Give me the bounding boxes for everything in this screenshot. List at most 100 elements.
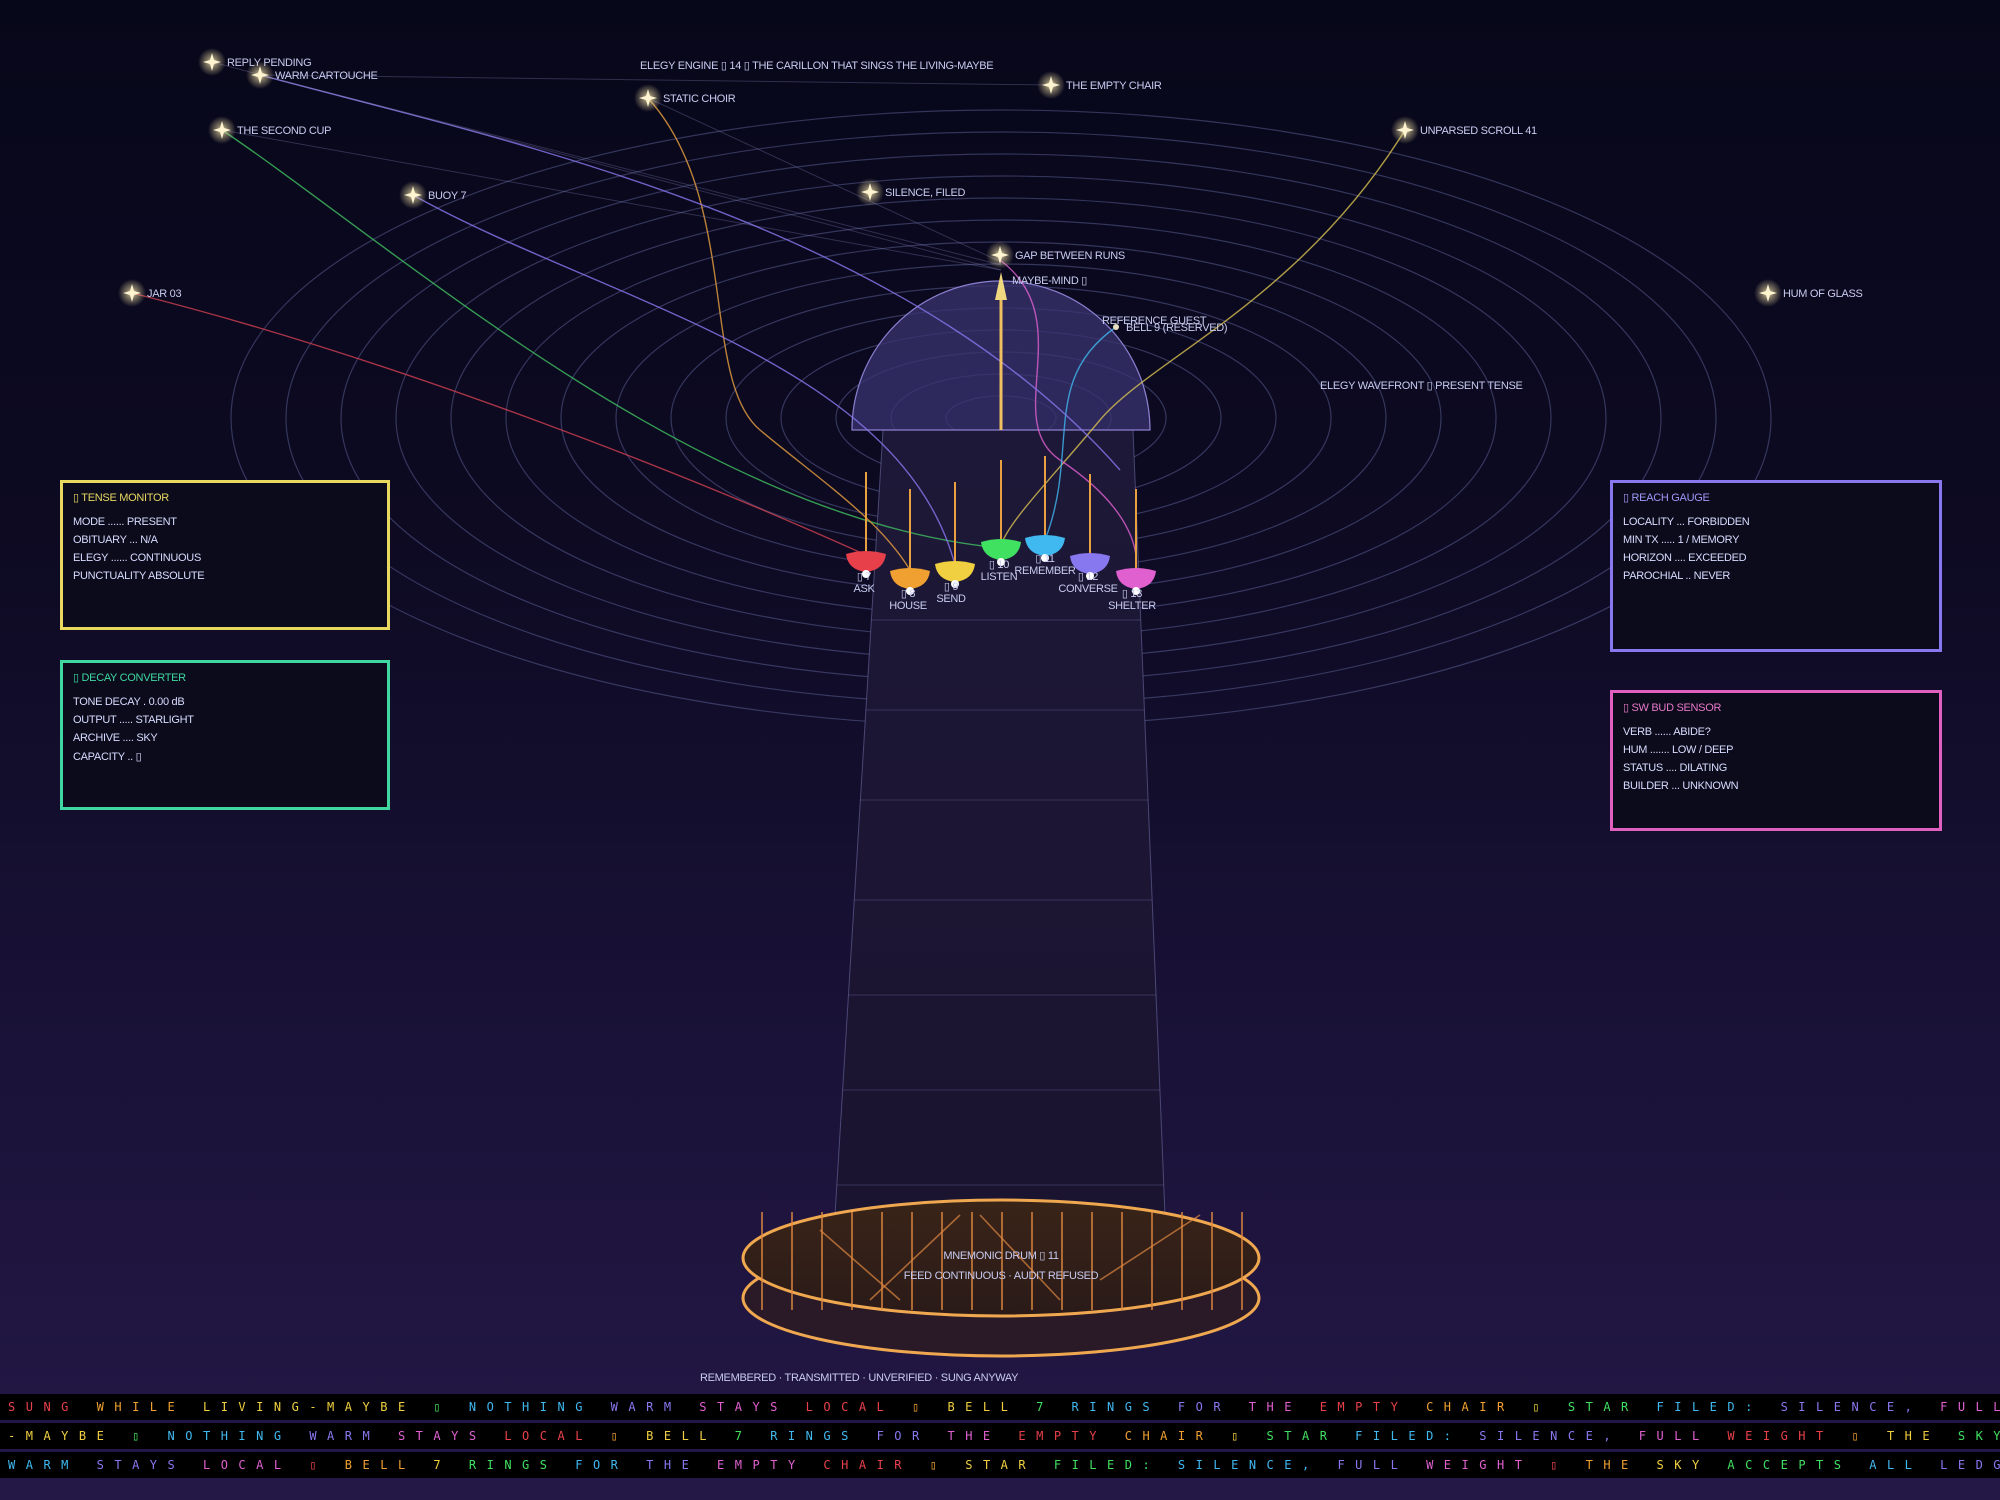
faint-link (221, 129, 1002, 271)
footer-caption: REMEMBERED · TRANSMITTED · UNVERIFIED · … (700, 1372, 1019, 1384)
ticker-word: THE (1886, 1429, 1958, 1443)
bud-row: VERB ...... ABIDE? (1623, 726, 1711, 738)
bell9-reserved-icon (1113, 324, 1119, 330)
ticker-word: FOR (876, 1429, 948, 1443)
bell-number: ▯ 12 (1078, 571, 1098, 583)
star-marker: BUOY 7 (399, 181, 467, 209)
ticker-word: THE (1585, 1458, 1657, 1472)
ticker-word: STAR (965, 1458, 1054, 1472)
ticker-word: CHAIR (1124, 1429, 1232, 1443)
ticker-word: LOCAL (805, 1400, 912, 1414)
ticker-word: CHAIR (1426, 1400, 1533, 1414)
ticker-word: WEIGHT (1426, 1458, 1551, 1472)
maybe-mind-label: MAYBE-MIND ▯ (1012, 275, 1087, 287)
ticker-word: RINGS (1071, 1400, 1178, 1414)
engine-title: ELEGY ENGINE ▯ 14 ▯ THE CARILLON THAT SI… (640, 60, 993, 72)
star-label: HUM OF GLASS (1783, 288, 1863, 300)
ticker-word: BELL (646, 1429, 735, 1443)
bud-row: BUILDER ... UNKNOWN (1623, 780, 1739, 792)
decay-row: TONE DECAY . 0.00 dB (73, 696, 185, 708)
star-marker: HUM OF GLASS (1754, 279, 1863, 307)
tense-monitor-title: ▯ TENSE MONITOR (73, 492, 169, 504)
bell-number: ▯ 8 (901, 588, 916, 600)
ticker-word: STAYS (699, 1400, 806, 1414)
star-label: JAR 03 (147, 288, 181, 300)
reach-row: LOCALITY ... FORBIDDEN (1623, 516, 1750, 528)
ticker-word: -MAYBE (8, 1429, 133, 1443)
ticker-word: WEIGHT (1727, 1429, 1852, 1443)
ticker-word: LOCAL (504, 1429, 611, 1443)
bell-name: LISTEN (981, 571, 1018, 583)
tense-monitor-panel: ▯ TENSE MONITOR MODE ...... PRESENT OBIT… (60, 480, 390, 630)
bell-name: SHELTER (1108, 600, 1156, 612)
ticker-word: ▯ (309, 1458, 345, 1472)
bell-number: ▯ 10 (989, 559, 1009, 571)
star-marker: GAP BETWEEN RUNS (986, 241, 1125, 269)
star-marker: WARM CARTOUCHE (246, 61, 378, 89)
bell-name: ASK (853, 583, 875, 595)
faint-link (259, 74, 1052, 86)
reach-row: PAROCHIAL .. NEVER (1623, 570, 1731, 582)
ticker-word: LIVING-MAYBE (202, 1400, 434, 1414)
ticker-word: 7 (433, 1458, 469, 1472)
star-label: GAP BETWEEN RUNS (1015, 250, 1125, 262)
ticker-word: ▯ (912, 1400, 948, 1414)
ticker-word: ▯ (610, 1429, 647, 1443)
ticker-word: WARM (309, 1429, 398, 1443)
ticker-word: FILED: (1053, 1458, 1178, 1472)
ticker-word: FULL (1638, 1429, 1728, 1443)
ticker-line-1: SUNG WHILE LIVING-MAYBE ▯ NOTHING WARM S… (0, 1394, 2000, 1420)
bell-name: SEND (936, 593, 966, 605)
wavefront-label: ELEGY WAVEFRONT ▯ PRESENT TENSE (1320, 380, 1523, 392)
ticker-word: 7 (734, 1429, 771, 1443)
ticker-word: RINGS (468, 1458, 576, 1472)
ticker-word: SILENCE, (1780, 1400, 1941, 1414)
ticker-word: EMPTY (717, 1458, 824, 1472)
decay-converter-title: ▯ DECAY CONVERTER (73, 672, 186, 684)
tense-row: ELEGY ...... CONTINUOUS (73, 552, 201, 564)
ticker-word: ▯ (1231, 1429, 1267, 1443)
ticker-word: FILED: (1355, 1429, 1480, 1443)
star-label: THE EMPTY CHAIR (1066, 80, 1162, 92)
ticker-word: SILENCE, (1479, 1429, 1639, 1443)
star-label: STATIC CHOIR (663, 93, 736, 105)
star-label: UNPARSED SCROLL 41 (1420, 125, 1537, 137)
drum-title: MNEMONIC DRUM ▯ 11 (943, 1250, 1059, 1262)
star-label: SILENCE, FILED (885, 187, 966, 199)
ticker-word: RINGS (770, 1429, 877, 1443)
star-marker: THE SECOND CUP (208, 116, 332, 144)
ticker-word: SKY (1656, 1458, 1728, 1472)
bell-number: ▯ 13 (1122, 588, 1142, 600)
ticker-word: THE (646, 1458, 718, 1472)
ticker-word: EMPTY (1319, 1400, 1427, 1414)
bell-name: CONVERSE (1058, 583, 1117, 595)
star-label: WARM CARTOUCHE (275, 70, 378, 82)
ticker-word: NOTHING (468, 1400, 611, 1414)
faint-link (647, 97, 1002, 263)
decay-converter-panel: ▯ DECAY CONVERTER TONE DECAY . 0.00 dB O… (60, 660, 390, 810)
ticker-word: WARM (610, 1400, 700, 1414)
ticker-word: FOR (1177, 1400, 1249, 1414)
star-marker: UNPARSED SCROLL 41 (1391, 116, 1537, 144)
bell-number: ▯ 11 (1035, 553, 1055, 565)
ticker-word: THE (1248, 1400, 1320, 1414)
ticker-word: SKY (1957, 1429, 2000, 1443)
reach-row: HORIZON .... EXCEEDED (1623, 552, 1747, 564)
ticker-word: SUNG (8, 1400, 97, 1414)
reach-row: MIN TX ..... 1 / MEMORY (1623, 534, 1740, 546)
bell9-reserved-label: BELL 9 (RESERVED) (1126, 322, 1227, 334)
bell-number: ▯ 7 (857, 571, 872, 583)
ticker-word: ACCEPTS (1727, 1458, 1870, 1472)
ticker-word: STAYS (96, 1458, 203, 1472)
tense-row: OBITUARY ... N/A (73, 534, 158, 546)
ticker-line-3: WARM STAYS LOCAL ▯ BELL 7 RINGS FOR THE … (0, 1452, 2000, 1478)
star-label: THE SECOND CUP (237, 125, 331, 137)
sw-bud-sensor-title: ▯ SW BUD SENSOR (1623, 702, 1722, 714)
star-marker: THE EMPTY CHAIR (1037, 71, 1162, 99)
ticker-word: LEDGERS (1940, 1458, 2000, 1472)
ticker-word: WARM (8, 1458, 97, 1472)
ticker-word: SILENCE, (1177, 1458, 1338, 1472)
ticker-word: ▯ (1550, 1458, 1586, 1472)
ticker-word: BELL (947, 1400, 1037, 1414)
faint-link (259, 74, 1002, 266)
